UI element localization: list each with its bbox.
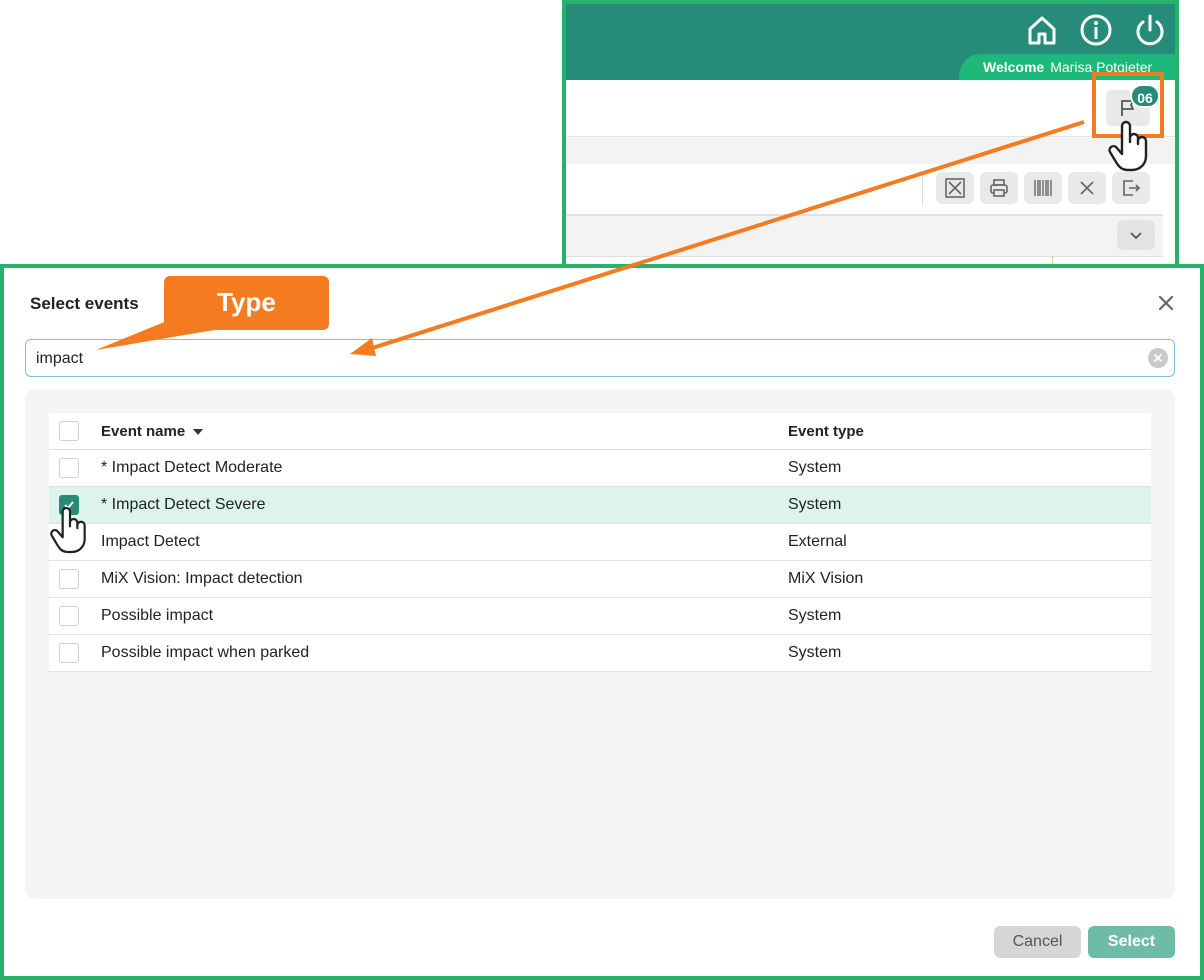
table-header: Event name Event type [49,413,1151,450]
event-name: Possible impact when parked [101,644,310,661]
close-icon [1080,181,1094,195]
dialog-title: Select events [30,294,139,313]
column-header-event-name[interactable]: Event name [101,422,204,440]
event-name: Possible impact [101,607,214,624]
table-row[interactable]: Possible impact when parked System [49,635,1151,672]
row-checkbox[interactable] [59,643,79,663]
table-row[interactable]: * Impact Detect Severe System [49,487,1151,524]
event-name: * Impact Detect Severe [101,496,266,513]
select-button[interactable]: Select [1088,926,1175,958]
events-table: Event name Event type * Impact Detect Mo… [49,413,1151,672]
table-row[interactable]: * Impact Detect Moderate System [49,450,1151,487]
expand-panel-button[interactable] [1117,220,1155,250]
event-type: System [788,459,842,476]
clear-search-button[interactable] [1148,348,1168,368]
column-header-event-name-label: Event name [101,422,186,440]
row-checkbox[interactable] [59,569,79,589]
print-icon [990,179,1008,197]
info-icon[interactable] [1078,12,1114,48]
event-type: System [788,644,842,661]
search-input[interactable] [34,340,1138,378]
type-callout: Type [164,276,329,330]
event-name: Impact Detect [101,533,200,550]
event-type: System [788,496,842,513]
select-events-dialog: Select events Event name Event type * Im… [0,264,1204,980]
print-button[interactable] [980,172,1018,204]
cancel-button[interactable]: Cancel [994,926,1081,958]
expand-icon [945,178,965,198]
events-panel: Event name Event type * Impact Detect Mo… [25,389,1175,899]
event-name: * Impact Detect Moderate [101,459,283,476]
barcode-button[interactable] [1024,172,1062,204]
toolbar-divider [922,176,923,206]
app-header-snippet: Welcome Marisa Potgieter 06 [562,0,1179,270]
export-button[interactable] [1112,172,1150,204]
subheader-strip [566,138,1175,164]
expand-button[interactable] [936,172,974,204]
welcome-label: Welcome [983,59,1045,75]
close-button[interactable] [1068,172,1106,204]
event-type: External [788,533,847,550]
barcode-icon [1034,180,1052,196]
chevron-down-icon [1130,232,1142,240]
table-row[interactable]: Impact Detect External [49,524,1151,561]
select-all-checkbox[interactable] [59,421,79,441]
column-header-event-type[interactable]: Event type [788,423,864,440]
event-type: System [788,607,842,624]
close-dialog-icon[interactable] [1155,292,1177,314]
pointer-hand-icon [1108,120,1148,172]
page-bar [566,80,1175,137]
search-field [25,339,1175,378]
export-icon [1123,180,1141,196]
sort-desc-icon [193,428,204,435]
power-icon[interactable] [1132,12,1168,48]
table-row[interactable]: Possible impact System [49,598,1151,635]
pointer-hand-icon [50,506,86,554]
clear-icon [1154,354,1162,362]
filter-strip [566,216,1163,257]
event-name: MiX Vision: Impact detection [101,570,303,587]
row-checkbox[interactable] [59,458,79,478]
table-row[interactable]: MiX Vision: Impact detection MiX Vision [49,561,1151,598]
home-icon[interactable] [1024,12,1060,48]
row-checkbox[interactable] [59,606,79,626]
event-type: MiX Vision [788,570,864,587]
app-header: Welcome Marisa Potgieter [566,4,1175,80]
